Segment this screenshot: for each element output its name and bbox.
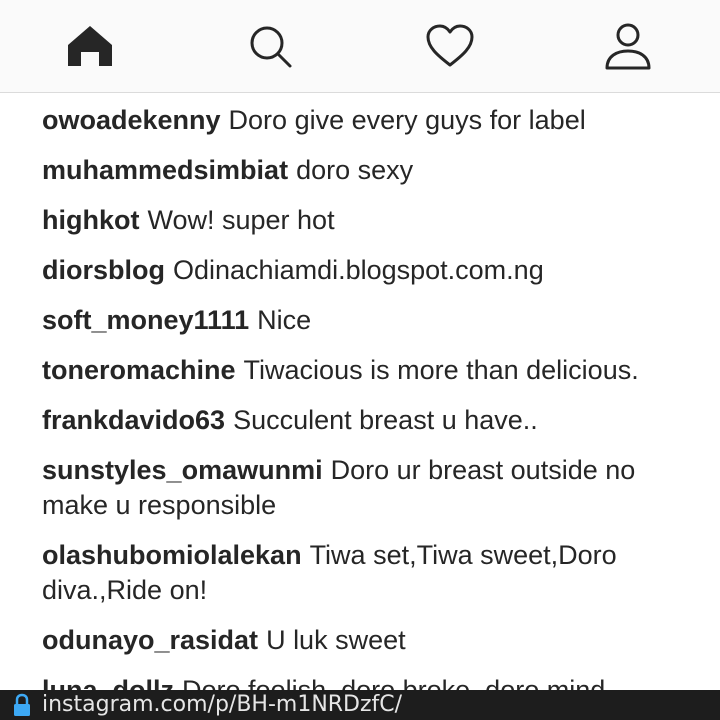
- comment-username[interactable]: diorsblog: [42, 255, 165, 285]
- heart-icon: [426, 24, 474, 67]
- lock-icon: [14, 693, 30, 716]
- profile-icon: [605, 23, 651, 70]
- comment-item: olashubomiolalekan Tiwa set,Tiwa sweet,Do…: [42, 529, 702, 614]
- comment-username[interactable]: soft_money1111: [42, 305, 249, 335]
- comment-item: diorsblog Odinachiamdi.blogspot.com.ng: [42, 244, 702, 294]
- home-button[interactable]: [60, 20, 120, 72]
- profile-button[interactable]: [598, 20, 658, 72]
- browser-url-bar[interactable]: instagram.com/p/BH-m1NRDzfC/: [0, 690, 720, 720]
- comment-text: Odinachiamdi.blogspot.com.ng: [173, 255, 544, 285]
- comment-text: Wow! super hot: [147, 205, 335, 235]
- comment-text: Succulent breast u have..: [233, 405, 538, 435]
- comment-username[interactable]: olashubomiolalekan: [42, 540, 302, 570]
- comment-item: odunayo_rasidat U luk sweet: [42, 614, 702, 664]
- comment-text: Tiwacious is more than delicious.: [243, 355, 639, 385]
- comment-item: toneromachine Tiwacious is more than deli…: [42, 344, 702, 394]
- comment-text: doro sexy: [296, 155, 414, 185]
- comments-list: owoadekenny Doro give every guys for labe…: [42, 94, 702, 714]
- comment-item: muhammedsimbiat doro sexy: [42, 144, 702, 194]
- search-button[interactable]: [240, 20, 300, 72]
- comment-item: highkot Wow! super hot: [42, 194, 702, 244]
- url-text[interactable]: instagram.com/p/BH-m1NRDzfC/: [42, 690, 402, 720]
- comment-username[interactable]: owoadekenny: [42, 105, 221, 135]
- comment-item: owoadekenny Doro give every guys for labe…: [42, 94, 702, 144]
- comment-text: Doro give every guys for label: [228, 105, 586, 135]
- top-navigation-bar: [0, 0, 720, 93]
- search-icon: [250, 26, 292, 68]
- comment-username[interactable]: muhammedsimbiat: [42, 155, 288, 185]
- comment-username[interactable]: sunstyles_omawunmi: [42, 455, 323, 485]
- comment-item: frankdavido63 Succulent breast u have..: [42, 394, 702, 444]
- comment-text: U luk sweet: [266, 625, 406, 655]
- comment-username[interactable]: odunayo_rasidat: [42, 625, 258, 655]
- comment-username[interactable]: highkot: [42, 205, 139, 235]
- comment-text: Nice: [257, 305, 312, 335]
- comment-username[interactable]: frankdavido63: [42, 405, 225, 435]
- home-icon: [68, 26, 112, 66]
- comment-item: sunstyles_omawunmi Doro ur breast outside…: [42, 444, 702, 529]
- comment-username[interactable]: toneromachine: [42, 355, 236, 385]
- comment-item: soft_money1111 Nice: [42, 294, 702, 344]
- activity-button[interactable]: [420, 20, 480, 72]
